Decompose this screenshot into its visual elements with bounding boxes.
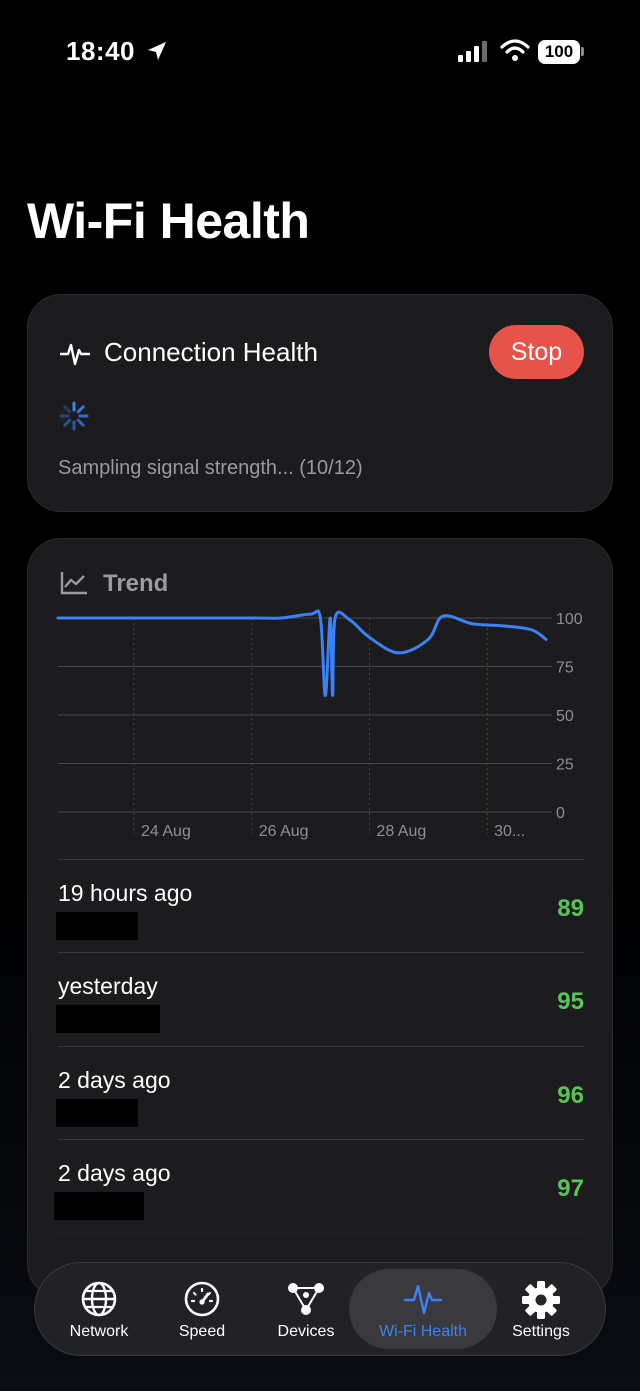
redacted-block [56, 912, 138, 940]
trend-title: Trend [103, 570, 169, 597]
tab-wifi-health[interactable]: Wi-Fi Health [363, 1263, 483, 1357]
chart-y-tick-label: 50 [556, 708, 574, 725]
stop-button[interactable]: Stop [489, 325, 584, 379]
history-row-time: 2 days ago [58, 1067, 171, 1093]
history-row-score: 89 [557, 895, 584, 922]
globe-icon [81, 1281, 117, 1317]
history-row[interactable]: yesterday 95 [56, 952, 584, 1045]
chart-x-tick-label: 28 Aug [376, 823, 426, 840]
pulse-icon [403, 1284, 443, 1315]
gauge-icon [184, 1281, 220, 1317]
tab-label: Settings [512, 1323, 570, 1340]
tab-label: Network [69, 1323, 129, 1340]
history-row-time: 2 days ago [58, 1160, 171, 1186]
tab-label: Devices [277, 1323, 335, 1340]
line-chart-icon [60, 572, 87, 595]
redacted-block [56, 1099, 138, 1127]
pulse-icon [60, 343, 90, 366]
history-row[interactable]: 19 hours ago 89 [56, 859, 584, 952]
sampling-status-text: Sampling signal strength... (10/12) [58, 457, 363, 479]
tab-settings[interactable]: Settings [481, 1263, 601, 1357]
trend-card: Trend 100 75 50 25 0 24 Aug 26 Aug 28 Aug 30... … [27, 538, 613, 1298]
redacted-block [54, 1192, 144, 1220]
history-row[interactable]: 2 days ago 97 [54, 1139, 584, 1232]
chart-series-line [56, 609, 548, 698]
status-bar: 18:40 100 [0, 0, 640, 100]
cellular-signal-icon [458, 41, 487, 62]
status-time: 18:40 [66, 36, 135, 66]
tab-bar: Network Speed Devices Wi-Fi Health Setti… [34, 1262, 606, 1356]
history-row-score: 96 [557, 1082, 584, 1109]
history-row-time: 19 hours ago [58, 880, 193, 906]
chart-x-tick-label: 26 Aug [259, 823, 309, 840]
chart-y-tick-label: 25 [556, 757, 574, 774]
redacted-block [56, 1005, 160, 1033]
history-row-time: yesterday [58, 973, 158, 999]
chart-x-tick-label: 24 Aug [141, 823, 191, 840]
loading-spinner-icon [59, 401, 89, 431]
page-title: Wi-Fi Health [27, 193, 310, 249]
history-row-score: 97 [557, 1175, 584, 1202]
chart-y-tick-label: 0 [556, 805, 565, 822]
chart-x-tick-label: 30... [494, 823, 525, 840]
trend-chart: 100 75 50 25 0 24 Aug 26 Aug 28 Aug 30... [56, 609, 583, 840]
chart-y-tick-label: 100 [556, 611, 583, 628]
gear-icon [522, 1281, 560, 1319]
tab-label: Wi-Fi Health [378, 1323, 467, 1340]
tab-speed[interactable]: Speed [142, 1263, 262, 1357]
battery-tip [581, 47, 584, 56]
tab-devices[interactable]: Devices [246, 1263, 366, 1357]
chart-y-tick-label: 75 [556, 660, 574, 677]
wifi-status-icon [500, 39, 530, 61]
devices-icon [288, 1283, 324, 1315]
connection-health-card: Connection Health Stop Sampling signal s… [27, 294, 613, 512]
location-arrow-icon [148, 42, 166, 60]
history-row-score: 95 [557, 988, 584, 1015]
history-row[interactable]: 2 days ago 96 [56, 1046, 584, 1139]
tab-label: Speed [178, 1323, 226, 1340]
tab-network[interactable]: Network [39, 1263, 159, 1357]
battery-indicator: 100 [538, 40, 580, 64]
connection-health-title: Connection Health [104, 337, 318, 367]
